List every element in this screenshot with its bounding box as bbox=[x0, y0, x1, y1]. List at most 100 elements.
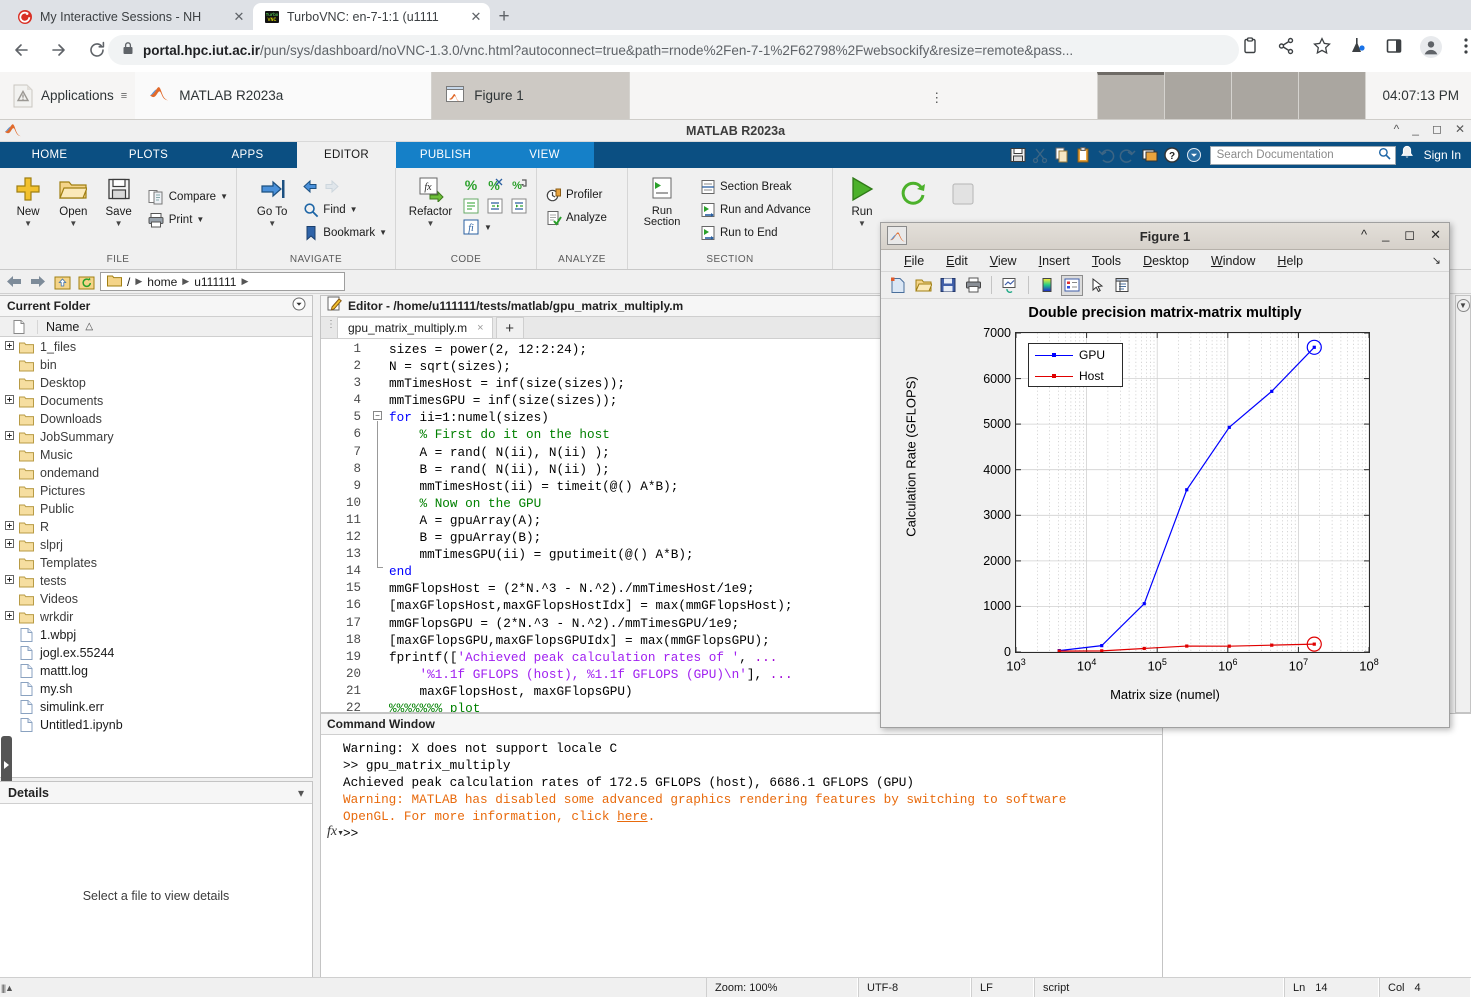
file-list-item[interactable]: Templates bbox=[0, 554, 312, 572]
search-documentation-input[interactable]: Search Documentation bbox=[1209, 145, 1396, 165]
cut-icon[interactable] bbox=[1031, 146, 1050, 165]
fold-collapse-icon[interactable]: − bbox=[373, 411, 382, 420]
increase-indent-icon[interactable] bbox=[510, 197, 528, 215]
maximize-icon[interactable]: ◻ bbox=[1432, 122, 1442, 136]
file-list-item[interactable]: Desktop bbox=[0, 374, 312, 392]
window-layout-icon[interactable] bbox=[1141, 146, 1160, 165]
experiment-flask-icon[interactable] bbox=[1348, 36, 1370, 58]
profiler-button[interactable]: Profiler bbox=[545, 184, 607, 205]
file-list-item[interactable]: bin bbox=[0, 356, 312, 374]
refactor-button[interactable]: fx Refactor ▼ bbox=[404, 174, 457, 228]
file-list-item[interactable]: Music bbox=[0, 446, 312, 464]
section-break-button[interactable]: Section Break bbox=[699, 176, 811, 197]
figure-plot-canvas[interactable]: Double precision matrix-matrix multiply … bbox=[881, 299, 1449, 726]
minimize-icon[interactable]: _ bbox=[1382, 227, 1389, 243]
open-button[interactable]: Open ▼ bbox=[53, 174, 93, 228]
file-list-item[interactable]: Pictures bbox=[0, 482, 312, 500]
status-encoding[interactable]: UTF-8 bbox=[858, 978, 971, 997]
tab-grip-icon[interactable]: ⋮ bbox=[326, 320, 336, 330]
menu-edit[interactable]: Edit bbox=[935, 254, 979, 268]
chevron-down-icon[interactable]: ▼ bbox=[427, 220, 435, 228]
tab-view[interactable]: VIEW bbox=[495, 142, 594, 168]
browser-menu-icon[interactable] bbox=[1456, 36, 1471, 58]
notification-bell-icon[interactable] bbox=[1396, 145, 1418, 166]
sign-in-button[interactable]: Sign In bbox=[1418, 148, 1471, 162]
chevron-down-icon[interactable]: ▾ bbox=[298, 786, 304, 800]
taskbar-overflow-icon[interactable]: ⋮ bbox=[930, 90, 943, 106]
undock-icon[interactable]: ↘ bbox=[1432, 254, 1441, 267]
fx-prompt-icon[interactable]: fx▼ bbox=[327, 824, 344, 840]
breadcrumb-user[interactable]: u111111 bbox=[194, 275, 236, 289]
opengl-help-link[interactable]: here bbox=[617, 809, 647, 824]
file-list-item[interactable]: Untitled1.ipynb bbox=[0, 716, 312, 734]
new-editor-tab-button[interactable]: + bbox=[495, 317, 524, 338]
comment-percent-icon[interactable]: % bbox=[462, 176, 480, 194]
file-list-item[interactable]: 1_files bbox=[0, 338, 312, 356]
run-section-button[interactable]: Run Section bbox=[636, 174, 688, 228]
copy-icon[interactable] bbox=[1053, 146, 1072, 165]
chart-legend[interactable]: GPU Host bbox=[1028, 343, 1123, 387]
save-button[interactable]: Save ▼ bbox=[99, 174, 139, 228]
menu-view[interactable]: View bbox=[979, 254, 1028, 268]
status-zoom[interactable]: Zoom: 100% bbox=[706, 978, 858, 997]
close-icon[interactable]: ✕ bbox=[231, 9, 247, 25]
analyze-button[interactable]: Analyze bbox=[545, 207, 607, 228]
file-list-item[interactable]: Documents bbox=[0, 392, 312, 410]
colorbar-icon[interactable] bbox=[1036, 275, 1058, 296]
chevron-down-icon[interactable]: ▼ bbox=[484, 223, 492, 232]
close-icon[interactable]: ✕ bbox=[468, 9, 484, 25]
chevron-down-icon[interactable]: ▼ bbox=[115, 220, 123, 228]
link-plot-icon[interactable] bbox=[999, 275, 1021, 296]
menu-file[interactable]: File bbox=[893, 254, 935, 268]
forward-icon[interactable] bbox=[42, 33, 76, 67]
minimize-icon[interactable]: _ bbox=[1412, 122, 1419, 136]
expand-toggle-icon[interactable] bbox=[2, 341, 16, 353]
file-list-item[interactable]: ondemand bbox=[0, 464, 312, 482]
tab-publish[interactable]: PUBLISH bbox=[396, 142, 495, 168]
panel-dropdown-icon[interactable] bbox=[292, 297, 306, 316]
profile-avatar-icon[interactable] bbox=[1420, 36, 1442, 58]
collapse-icon[interactable]: ^ bbox=[1361, 227, 1367, 243]
wrap-comment-icon[interactable]: % bbox=[510, 176, 528, 194]
file-list-item[interactable]: R bbox=[0, 518, 312, 536]
expand-toggle-icon[interactable] bbox=[2, 521, 16, 533]
tab-editor[interactable]: EDITOR bbox=[297, 142, 396, 168]
chevron-down-icon[interactable]: ▼ bbox=[350, 205, 358, 214]
pointer-icon[interactable] bbox=[1086, 275, 1108, 296]
menu-window[interactable]: Window bbox=[1200, 254, 1266, 268]
back-forward-arrows-icon[interactable] bbox=[302, 178, 319, 195]
nav-back-icon[interactable] bbox=[4, 272, 24, 291]
name-column-header[interactable]: Name △ bbox=[38, 320, 312, 334]
undo-icon[interactable] bbox=[1097, 146, 1116, 165]
command-window-output[interactable]: Warning: X does not support locale C >> g… bbox=[321, 735, 1170, 843]
applications-menu[interactable]: Applications ≡ bbox=[0, 72, 135, 119]
help-icon[interactable]: ? bbox=[1163, 146, 1182, 165]
breadcrumb-home[interactable]: home bbox=[147, 275, 177, 289]
expand-toggle-icon[interactable] bbox=[2, 431, 16, 443]
run-time-icon[interactable] bbox=[899, 181, 929, 212]
workspace-3[interactable] bbox=[1231, 72, 1299, 119]
editor-tab-file[interactable]: gpu_matrix_multiply.m × bbox=[337, 317, 493, 338]
print-button[interactable]: Print ▼ bbox=[148, 209, 228, 230]
compare-button[interactable]: Compare ▼ bbox=[148, 186, 228, 207]
file-list-item[interactable]: simulink.err bbox=[0, 698, 312, 716]
menu-desktop[interactable]: Desktop bbox=[1132, 254, 1200, 268]
run-and-advance-button[interactable]: Run and Advance bbox=[699, 199, 811, 220]
workspace-4[interactable] bbox=[1298, 72, 1366, 119]
chevron-down-icon[interactable]: ▼ bbox=[268, 220, 276, 228]
taskbar-window-matlab[interactable]: MATLAB R2023a bbox=[135, 72, 433, 119]
code-folding-column[interactable]: − bbox=[367, 339, 389, 712]
chevron-down-icon[interactable]: ▼ bbox=[379, 228, 387, 237]
chart-axes[interactable]: 0 1000 2000 3000 4000 5000 6000 7000 103 104 105 1… bbox=[983, 326, 1379, 673]
maximize-icon[interactable]: ◻ bbox=[1404, 227, 1415, 243]
workspace-1[interactable] bbox=[1097, 72, 1165, 119]
file-list-item[interactable]: JobSummary bbox=[0, 428, 312, 446]
panel-dropdown-icon[interactable]: ▼ bbox=[1456, 299, 1470, 312]
file-list[interactable]: 1_files bin Desktop Documents Downloads JobSu… bbox=[0, 337, 312, 734]
menu-help[interactable]: Help bbox=[1266, 254, 1314, 268]
workspace-2[interactable] bbox=[1164, 72, 1232, 119]
breadcrumb-root[interactable]: / bbox=[127, 275, 130, 289]
nav-up-icon[interactable] bbox=[52, 272, 72, 291]
more-dropdown-icon[interactable] bbox=[1185, 146, 1204, 165]
bookmark-button[interactable]: Bookmark ▼ bbox=[302, 222, 387, 243]
